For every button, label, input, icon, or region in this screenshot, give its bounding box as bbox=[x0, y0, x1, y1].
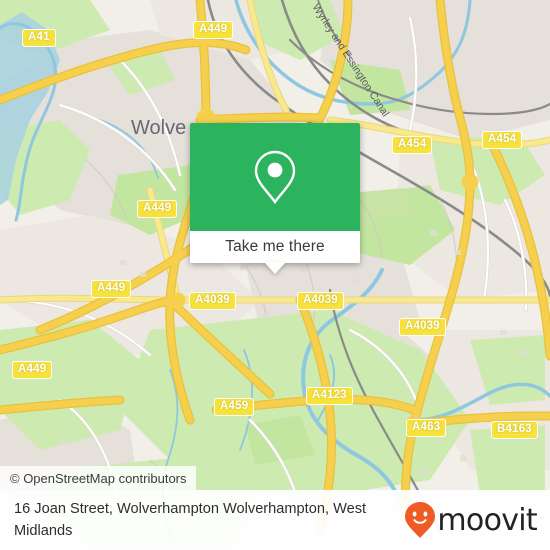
map-pin-icon bbox=[254, 150, 296, 205]
moovit-wordmark: moovit bbox=[437, 502, 537, 538]
road-shield: A449 bbox=[12, 361, 53, 379]
moovit-smiley-pin-icon bbox=[405, 502, 436, 538]
take-me-there-button[interactable]: Take me there bbox=[190, 231, 360, 263]
road-shield: A4039 bbox=[189, 292, 236, 310]
road-shield-label: A4123 bbox=[312, 389, 347, 401]
road-shield: A449 bbox=[193, 21, 234, 39]
road-shield-label: A449 bbox=[199, 23, 228, 35]
road-shield: A454 bbox=[482, 131, 523, 149]
road-shield: A459 bbox=[214, 398, 255, 416]
road-shield: B4163 bbox=[491, 421, 538, 439]
road-shield-label: A4039 bbox=[303, 294, 338, 306]
road-shield-label: A454 bbox=[398, 138, 427, 150]
map-popup-card[interactable]: Take me there bbox=[190, 123, 360, 274]
road-shield: A4123 bbox=[306, 387, 353, 405]
road-shield: A41 bbox=[22, 29, 56, 47]
osm-attribution-text: © OpenStreetMap contributors bbox=[10, 470, 187, 486]
popup-pointer-tail bbox=[264, 262, 286, 274]
footer-bar: 16 Joan Street, Wolverhampton Wolverhamp… bbox=[0, 490, 550, 550]
road-shield-label: A449 bbox=[18, 363, 47, 375]
road-shield: A449 bbox=[91, 280, 132, 298]
road-shield-label: A4039 bbox=[405, 320, 440, 332]
moovit-logo[interactable]: moovit bbox=[404, 501, 550, 539]
road-shield: A4039 bbox=[399, 318, 446, 336]
address-title: 16 Joan Street, Wolverhampton Wolverhamp… bbox=[14, 501, 367, 539]
take-me-there-label: Take me there bbox=[225, 238, 325, 255]
road-shield-label: A449 bbox=[97, 282, 126, 294]
road-shield: A454 bbox=[392, 136, 433, 154]
road-shield: A463 bbox=[406, 419, 447, 437]
moovit-map-screenshot: .land{fill:#f2efe9} .res{fill:#e6e0da} .… bbox=[0, 0, 550, 550]
road-shield-label: A459 bbox=[220, 400, 249, 412]
road-shield-label: A449 bbox=[143, 202, 172, 214]
road-shield: A449 bbox=[137, 200, 178, 218]
road-shield: A4039 bbox=[297, 292, 344, 310]
road-shield-label: A454 bbox=[488, 133, 517, 145]
osm-attribution-bar[interactable]: © OpenStreetMap contributors bbox=[0, 466, 196, 490]
road-shield-label: A463 bbox=[412, 421, 441, 433]
popup-image-area bbox=[190, 123, 360, 231]
road-shield-label: A4039 bbox=[195, 294, 230, 306]
place-label-wolverhampton: Wolve bbox=[131, 117, 186, 139]
road-shield-label: B4163 bbox=[497, 423, 532, 435]
road-shield-label: A41 bbox=[28, 31, 50, 43]
